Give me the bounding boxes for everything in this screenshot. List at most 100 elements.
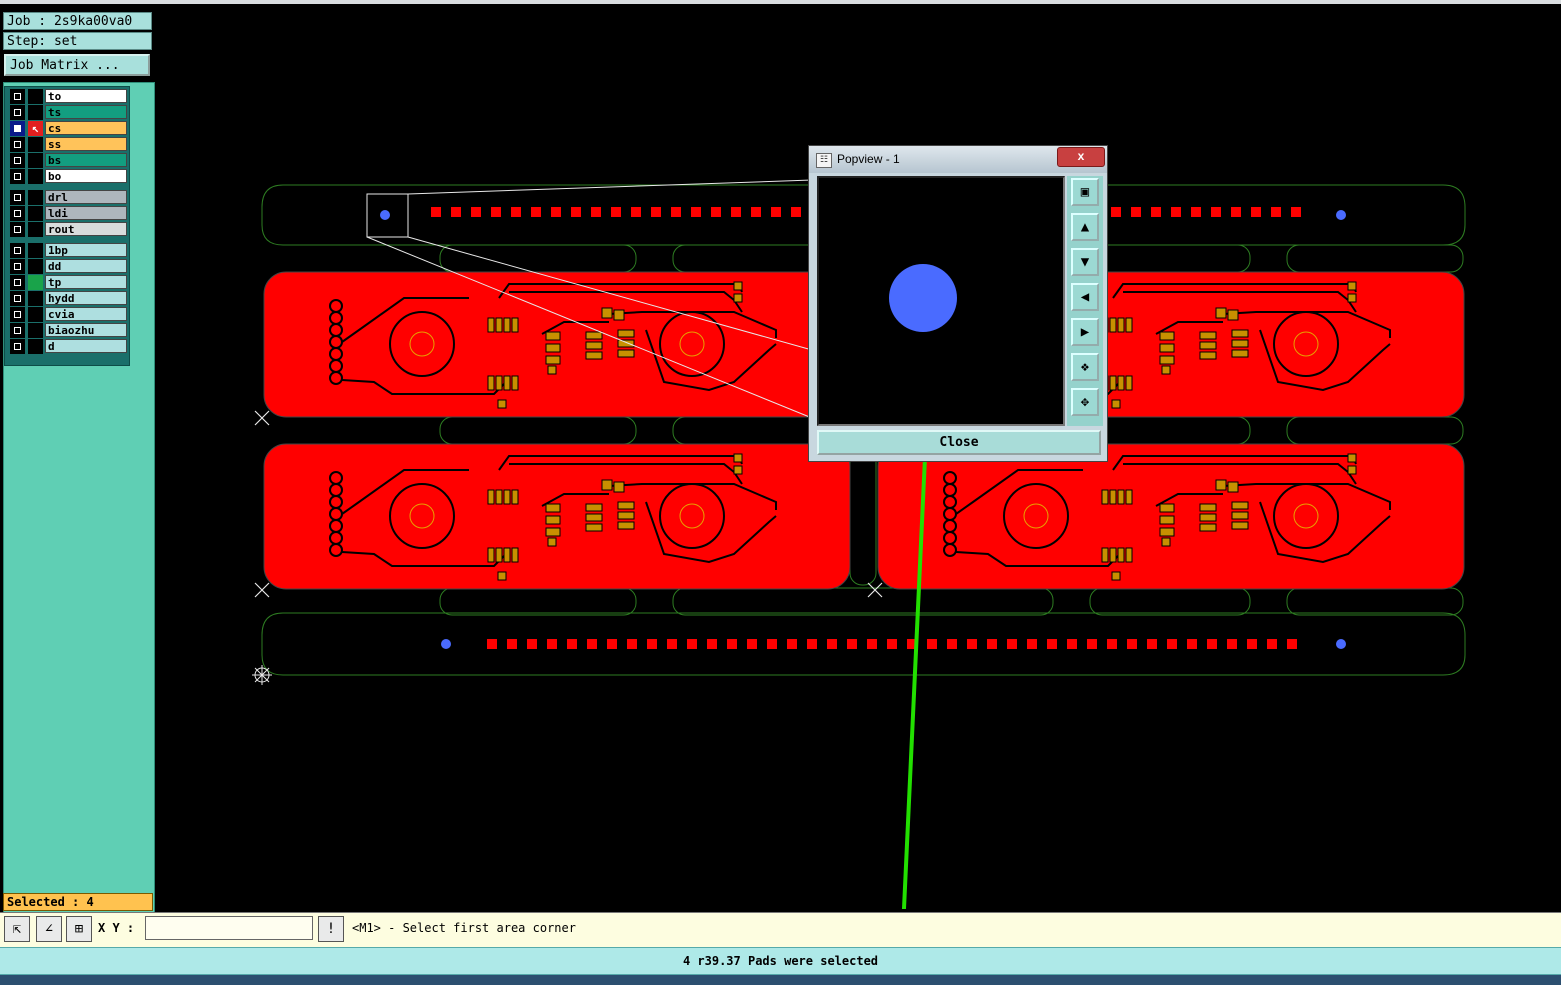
pan-up-icon[interactable]: ▲ [1071,213,1099,241]
status-bar: 4 r39.37 Pads were selected [0,947,1561,975]
layer-name[interactable]: dd [45,259,127,273]
layer-checkbox[interactable] [10,153,25,168]
layer-checkbox[interactable] [10,243,25,258]
pan-left-icon[interactable]: ◀ [1071,283,1099,311]
layer-indicator [28,243,43,258]
zoom-fit-icon[interactable]: ⇱ [4,916,30,942]
layer-indicator [28,190,43,205]
layer-name[interactable]: bo [45,169,127,183]
popview-dialog[interactable]: ☷ Popview - 1 x ▣ ▲ ▼ ◀ ▶ ❖ ✥ Close [808,145,1108,462]
status-message: 4 r39.37 Pads were selected [682,954,879,968]
layer-name[interactable]: rout [45,222,127,236]
pan-down-icon[interactable]: ▼ [1071,248,1099,276]
xy-label: X Y : [98,921,135,935]
step-name-label: Step: set [3,32,152,50]
zoomed-pad [889,264,957,332]
selected-pad[interactable] [380,210,390,220]
work-layer-arrow-icon: ↖ [28,121,43,136]
layer-row-biaozhu[interactable]: biaozhu [10,323,128,338]
layer-checkbox[interactable] [10,89,25,104]
layer-row-ldi[interactable]: ldi [10,206,128,221]
layer-checkbox[interactable] [10,275,25,290]
layer-row-cs[interactable]: ↖ cs [10,121,128,136]
layer-checkbox[interactable] [10,307,25,322]
xy-coordinate-input[interactable] [145,916,313,940]
layer-row-drl[interactable]: drl [10,190,128,205]
layer-row-ss[interactable]: ss [10,137,128,152]
layer-checkbox[interactable] [10,339,25,354]
layer-row-rout[interactable]: rout [10,222,128,237]
layer-list: to ts ↖ cs ss bs bo drl ldi rout 1bp dd t… [4,86,130,366]
layer-checkbox-active[interactable] [10,121,25,136]
layer-indicator [28,259,43,274]
layer-indicator [28,105,43,120]
datum-origin-icon [252,665,272,685]
layer-row-cvia[interactable]: cvia [10,307,128,322]
layer-name[interactable]: biaozhu [45,323,127,337]
zoom-out-icon[interactable]: ✥ [1071,388,1099,416]
layer-checkbox[interactable] [10,190,25,205]
pan-right-icon[interactable]: ▶ [1071,318,1099,346]
layer-name[interactable]: drl [45,190,127,204]
layer-indicator [28,323,43,338]
layer-indicator [28,169,43,184]
window-close-button[interactable]: x [1057,147,1105,167]
layer-name[interactable]: d [45,339,127,353]
layer-row-bo[interactable]: bo [10,169,128,184]
layer-indicator [28,307,43,322]
layer-row-ts[interactable]: ts [10,105,128,120]
layer-name[interactable]: bs [45,153,127,167]
layer-indicator [28,339,43,354]
layer-name[interactable]: ldi [45,206,127,220]
os-taskbar [0,975,1561,985]
red-pad-row-bottom [487,639,1297,649]
layer-name[interactable]: cs [45,121,127,135]
layer-checkbox[interactable] [10,259,25,274]
layer-checkbox[interactable] [10,222,25,237]
selected-count-label: Selected : 4 [3,893,153,911]
layer-row-bs[interactable]: bs [10,153,128,168]
layer-name[interactable]: 1bp [45,243,127,257]
layer-indicator [28,291,43,306]
layer-checkbox[interactable] [10,323,25,338]
layer-row-d[interactable]: d [10,339,128,354]
layer-name[interactable]: tp [45,275,127,289]
left-panel: Job : 2s9ka00va0 Step: set Job Matrix ..… [0,4,157,914]
layer-indicator [28,89,43,104]
measure-icon[interactable]: ∠ [36,916,62,942]
selected-pad[interactable] [441,639,451,649]
layer-name[interactable]: ts [45,105,127,119]
alert-icon[interactable]: ! [318,916,344,942]
popview-title: Popview - 1 [837,152,900,166]
layer-checkbox[interactable] [10,137,25,152]
layer-name[interactable]: to [45,89,127,103]
layer-checkbox[interactable] [10,291,25,306]
layer-checkbox[interactable] [10,105,25,120]
layer-indicator [28,222,43,237]
layer-indicator [28,137,43,152]
selected-pad[interactable] [1336,210,1346,220]
layer-indicator-green [28,275,43,290]
popview-close-button[interactable]: Close [817,430,1101,455]
layer-row-1bp[interactable]: 1bp [10,243,128,258]
layer-row-dd[interactable]: dd [10,259,128,274]
layer-indicator [28,206,43,221]
layer-row-hydd[interactable]: hydd [10,291,128,306]
window-icon: ☷ [816,153,832,168]
layer-row-to[interactable]: to [10,89,128,104]
layer-checkbox[interactable] [10,206,25,221]
layer-name[interactable]: hydd [45,291,127,305]
layer-name[interactable]: ss [45,137,127,151]
popview-titlebar[interactable]: ☷ Popview - 1 x [809,146,1107,173]
zoom-window-icon[interactable]: ▣ [1071,178,1099,206]
layer-name[interactable]: cvia [45,307,127,321]
layer-indicator [28,153,43,168]
snap-grid-icon[interactable]: ⊞ [66,916,92,942]
job-matrix-button[interactable]: Job Matrix ... [4,54,150,76]
popview-viewport[interactable] [817,176,1065,426]
layer-checkbox[interactable] [10,169,25,184]
selected-pad[interactable] [1336,639,1346,649]
layer-row-tp[interactable]: tp [10,275,128,290]
command-bar: ⇱ ∠ ⊞ X Y : ! <M1> - Select first area c… [0,912,1561,947]
zoom-in-icon[interactable]: ❖ [1071,353,1099,381]
